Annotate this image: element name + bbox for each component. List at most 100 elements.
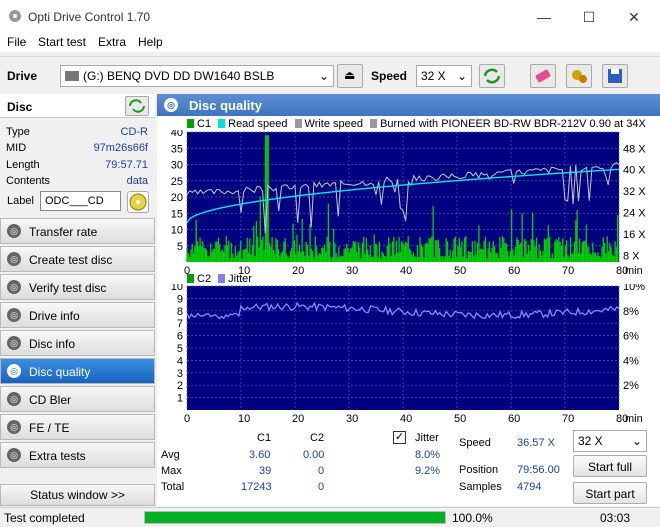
nav-drive-info[interactable]: ◎ Drive info — [0, 302, 155, 328]
y-right-tick-label: 10% — [623, 284, 645, 293]
test-speed-select[interactable]: 32 X ⌄ — [573, 430, 647, 452]
x-tick-label: 60 — [508, 265, 520, 275]
nav-verify-test-disc[interactable]: ◎ Verify test disc — [0, 274, 155, 300]
progress-percent: 100.0% — [452, 511, 493, 525]
settings-button[interactable] — [566, 64, 592, 88]
y-tick-label: 20 — [171, 192, 183, 204]
menu-help[interactable]: Help — [138, 35, 163, 49]
x-tick-label: 10 — [238, 413, 250, 424]
y-right-tick-label: 8% — [623, 306, 639, 318]
drive-toolbar: Drive (G:) BENQ DVD DD DW1640 BSLB ⌄ ⏏ S… — [0, 56, 660, 92]
y-tick-label: 8 — [177, 306, 183, 318]
c2-swatch — [187, 274, 194, 283]
y-tick-label: 40 — [171, 130, 183, 139]
nav-label: Create test disc — [29, 253, 113, 267]
y-tick-label: 35 — [171, 143, 183, 155]
nav-cd-bler[interactable]: ◎ CD Bler — [0, 386, 155, 412]
nav-label: Disc info — [29, 337, 76, 351]
disc-length-value: 79:57.71 — [105, 159, 148, 171]
max-jitter-value: 9.2% — [415, 465, 441, 477]
disc-icon: ◎ — [7, 280, 21, 294]
samples-value: 4794 — [517, 481, 542, 493]
y-tick-label: 5 — [177, 343, 183, 355]
c1-swatch — [187, 119, 194, 128]
speed-stat-value: 36.57 X — [517, 437, 555, 449]
maximize-button[interactable]: ☐ — [567, 4, 611, 30]
erase-button[interactable] — [530, 64, 556, 88]
y-tick-label: 10 — [171, 284, 183, 293]
y-tick-label: 10 — [171, 225, 183, 237]
eraser-icon — [535, 69, 551, 83]
x-tick-label: 70 — [562, 413, 574, 424]
nav-label: Transfer rate — [29, 225, 98, 239]
x-tick-label: 30 — [346, 413, 358, 424]
nav-disc-quality[interactable]: ◎ Disc quality — [0, 358, 155, 384]
y-right-tick-label: 8 X — [623, 251, 640, 263]
nav-label: Disc quality — [29, 365, 91, 379]
refresh-button[interactable] — [479, 64, 505, 88]
menu-extra[interactable]: Extra — [98, 35, 126, 49]
nav-label: Verify test disc — [29, 281, 107, 295]
y-right-tick-label: 48 X — [623, 143, 646, 155]
close-button[interactable]: ✕ — [612, 4, 656, 30]
status-bar: Test completed 100.0% 03:03 — [0, 507, 660, 527]
menu-start-test[interactable]: Start test — [38, 35, 86, 49]
y-right-tick-label: 32 X — [623, 186, 646, 198]
disc-header-title: Disc — [7, 100, 33, 114]
speed-label: Speed — [371, 69, 408, 83]
avg-c1-value: 3.60 — [249, 449, 271, 461]
nav-transfer-rate[interactable]: ◎ Transfer rate — [0, 218, 155, 244]
panel-title: Disc quality — [189, 98, 262, 113]
menu-bar: File Start test Extra Help — [0, 32, 660, 52]
nav-extra-tests[interactable]: ◎ Extra tests — [0, 442, 155, 468]
burn-swatch — [370, 119, 378, 128]
col-c2-header: C2 — [310, 432, 325, 444]
save-button[interactable] — [602, 64, 628, 88]
jitter-checkbox[interactable]: ✓ — [393, 431, 406, 444]
save-icon — [608, 69, 622, 83]
x-unit-label: min — [625, 265, 643, 275]
chevron-down-icon: ⌄ — [456, 69, 467, 83]
left-panel: Disc Type CD-R MID 97m26s66f Length 79:57.7… — [0, 94, 155, 506]
disc-icon: ◎ — [7, 420, 21, 434]
avg-c2-value: 0.00 — [303, 449, 325, 461]
disc-label-input[interactable]: ODC___CD — [40, 191, 121, 211]
disc-contents-value: data — [126, 175, 148, 187]
x-unit-label: min — [625, 413, 643, 424]
y-right-tick-label: 24 X — [623, 208, 646, 220]
drive-select[interactable]: (G:) BENQ DVD DD DW1640 BSLB ⌄ — [60, 65, 334, 87]
elapsed-time: 03:03 — [600, 511, 631, 525]
nav-fe-te[interactable]: ◎ FE / TE — [0, 414, 155, 440]
col-c1-header: C1 — [257, 432, 272, 444]
max-c1-value: 39 — [259, 465, 272, 477]
jitter-swatch — [218, 274, 226, 283]
nav-disc-info[interactable]: ◎ Disc info — [0, 330, 155, 356]
status-text: Test completed — [4, 511, 85, 525]
total-label: Total — [161, 481, 185, 493]
minimize-button[interactable]: — — [522, 4, 566, 30]
disc-label-apply-button[interactable] — [127, 191, 149, 213]
x-tick-label: 50 — [454, 413, 466, 424]
eject-button[interactable]: ⏏ — [337, 64, 363, 88]
y-right-tick-label: 2% — [623, 380, 639, 392]
speed-select[interactable]: 32 X ⌄ — [416, 65, 472, 87]
x-tick-label: 40 — [400, 413, 412, 424]
disc-icon: ◎ — [7, 392, 21, 406]
chevron-down-icon: ⌄ — [318, 69, 329, 83]
max-label: Max — [161, 465, 182, 477]
y-tick-label: 2 — [177, 380, 183, 392]
status-window-button[interactable]: Status window >> — [0, 484, 155, 506]
menu-file[interactable]: File — [7, 35, 26, 49]
start-part-button[interactable]: Start part — [573, 482, 647, 504]
start-full-button[interactable]: Start full — [573, 455, 647, 477]
disc-length-key: Length — [6, 159, 40, 171]
nav-create-test-disc[interactable]: ◎ Create test disc — [0, 246, 155, 272]
drive-value: (G:) BENQ DVD DD DW1640 BSLB — [83, 69, 275, 83]
avg-label: Avg — [161, 449, 180, 461]
disc-refresh-button[interactable] — [125, 96, 149, 116]
x-tick-label: 20 — [292, 413, 304, 424]
progress-bar — [144, 511, 446, 524]
y-right-tick-label: 16 X — [623, 229, 646, 241]
disc-icon: ◎ — [164, 98, 178, 112]
legend-burn: Burned with PIONEER BD-RW BDR-212V 0.90 … — [380, 118, 646, 130]
